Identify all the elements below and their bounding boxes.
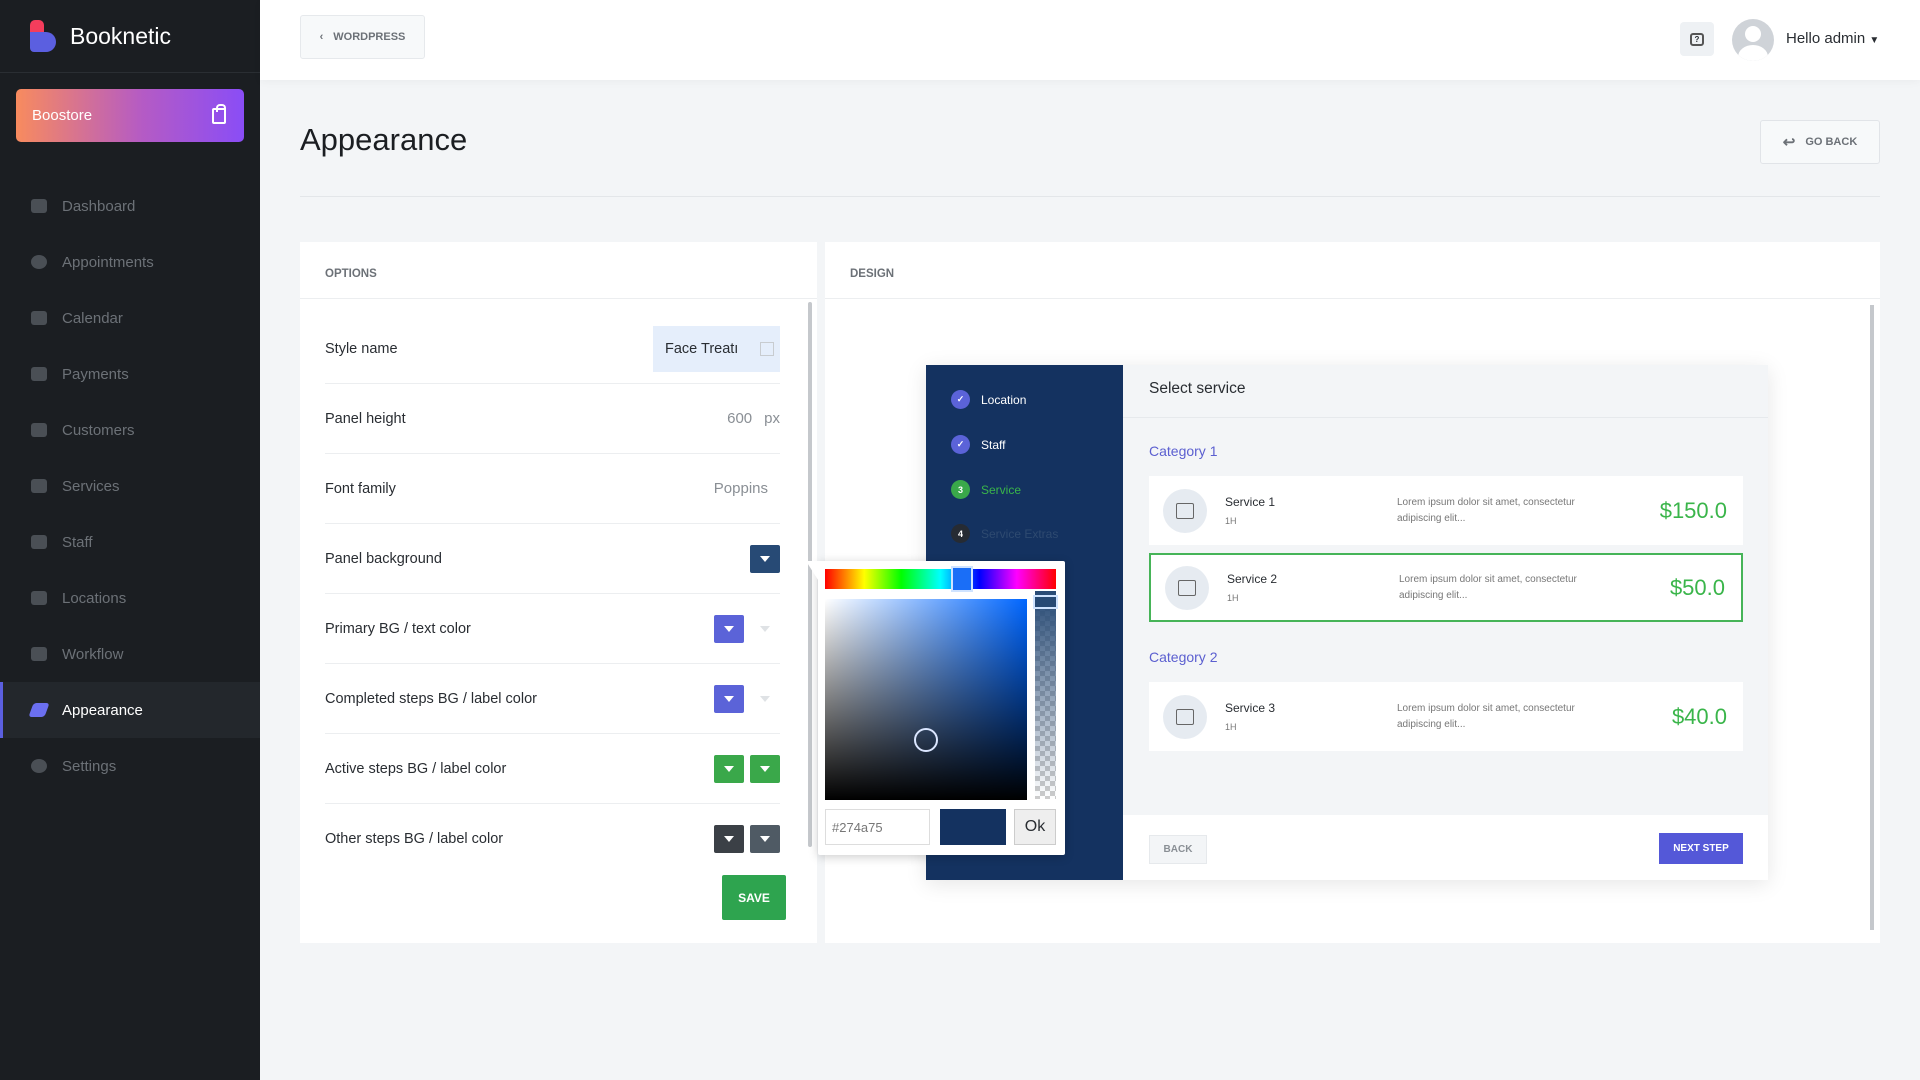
logo[interactable]: Booknetic bbox=[30, 20, 171, 52]
go-back-button[interactable]: ↩ GO BACK bbox=[1760, 120, 1880, 164]
panel-height-row: Panel height 600 px bbox=[325, 384, 780, 454]
sidebar: Booknetic Boostore Dashboard Appointment… bbox=[0, 0, 260, 1080]
other-label-color-picker[interactable] bbox=[750, 825, 780, 853]
color-preview bbox=[940, 809, 1006, 845]
active-bg-color-picker[interactable] bbox=[714, 754, 744, 783]
user-icon bbox=[31, 535, 47, 549]
options-title: OPTIONS bbox=[300, 242, 817, 299]
design-scrollbar[interactable] bbox=[1870, 305, 1874, 930]
completed-steps-row: Completed steps BG / label color bbox=[325, 664, 780, 734]
sidebar-item-staff[interactable]: Staff bbox=[0, 514, 260, 570]
list-icon bbox=[31, 479, 47, 493]
hue-slider[interactable] bbox=[825, 569, 1056, 589]
back-button[interactable]: BACK bbox=[1149, 835, 1207, 864]
sidebar-item-calendar[interactable]: Calendar bbox=[0, 290, 260, 346]
completed-bg-color-picker[interactable] bbox=[714, 684, 744, 713]
step-service-extras: 4 Service Extras bbox=[951, 524, 1058, 543]
divider bbox=[0, 72, 260, 73]
image-placeholder-icon bbox=[1165, 565, 1209, 610]
user-menu[interactable]: Hello admin ▼ bbox=[1786, 30, 1879, 47]
active-label-color-picker[interactable] bbox=[750, 754, 780, 783]
brush-icon bbox=[28, 703, 50, 717]
sidebar-item-locations[interactable]: Locations bbox=[0, 570, 260, 626]
users-icon bbox=[31, 423, 47, 437]
top-bar bbox=[260, 0, 1920, 80]
sidebar-item-services[interactable]: Services bbox=[0, 458, 260, 514]
panel-background-row: Panel background bbox=[325, 524, 780, 594]
shopping-bag-icon bbox=[212, 103, 226, 124]
save-button[interactable]: SAVE bbox=[722, 875, 786, 920]
step-location: ✓ Location bbox=[951, 390, 1026, 409]
step-staff: ✓ Staff bbox=[951, 435, 1005, 454]
other-steps-row: Other steps BG / label color bbox=[325, 804, 780, 874]
clock-icon bbox=[31, 255, 47, 269]
next-step-button[interactable]: NEXT STEP bbox=[1659, 833, 1743, 864]
step-service: 3 Service bbox=[951, 480, 1021, 499]
check-icon: ✓ bbox=[951, 435, 970, 454]
primary-text-color-picker[interactable] bbox=[750, 615, 780, 643]
location-arrow-icon bbox=[31, 591, 47, 605]
color-picker-popup: #274a75 Ok bbox=[806, 561, 1065, 855]
ok-button[interactable]: Ok bbox=[1014, 809, 1056, 845]
booknetic-logo-icon bbox=[30, 20, 56, 52]
style-name-input[interactable]: Face Treatı bbox=[653, 325, 780, 372]
saturation-handle[interactable] bbox=[914, 728, 938, 752]
hue-handle[interactable] bbox=[951, 566, 973, 592]
divider bbox=[300, 196, 1880, 197]
category-label: Category 2 bbox=[1149, 649, 1218, 665]
primary-bg-color-picker[interactable] bbox=[714, 614, 744, 643]
service-card[interactable]: Service 3 1H Lorem ipsum dolor sit amet, c… bbox=[1149, 682, 1743, 751]
image-placeholder-icon bbox=[1163, 488, 1207, 533]
edit-icon bbox=[760, 341, 774, 356]
sidebar-item-dashboard[interactable]: Dashboard bbox=[0, 178, 260, 234]
primary-color-row: Primary BG / text color bbox=[325, 594, 780, 664]
undo-arrow-icon: ↩ bbox=[1782, 134, 1796, 151]
chevron-left-icon: ‹ bbox=[319, 31, 324, 43]
service-selection: Select service Category 1 Service 1 1H Lor… bbox=[1123, 365, 1768, 880]
service-card-selected[interactable]: Service 2 1H Lorem ipsum dolor sit amet, c… bbox=[1149, 553, 1743, 622]
hex-input[interactable]: #274a75 bbox=[825, 809, 930, 845]
step-heading: Select service bbox=[1123, 365, 1768, 418]
avatar[interactable] bbox=[1732, 19, 1774, 61]
style-name-row: Style name Face Treatı bbox=[325, 314, 780, 384]
saturation-area[interactable] bbox=[825, 599, 1027, 800]
sidebar-menu: Dashboard Appointments Calendar Payments… bbox=[0, 178, 260, 794]
options-panel: OPTIONS Style name Face Treatı Panel heig… bbox=[300, 242, 817, 943]
alpha-handle[interactable] bbox=[1033, 595, 1058, 609]
boostore-button[interactable]: Boostore bbox=[16, 89, 244, 142]
image-placeholder-icon bbox=[1163, 694, 1207, 739]
sidebar-item-customers[interactable]: Customers bbox=[0, 402, 260, 458]
help-button[interactable]: ? bbox=[1680, 22, 1714, 56]
calendar-icon bbox=[31, 311, 47, 325]
completed-label-color-picker[interactable] bbox=[750, 685, 780, 713]
check-icon: ✓ bbox=[951, 390, 970, 409]
chevron-down-icon: ▼ bbox=[1869, 35, 1880, 46]
alpha-slider[interactable] bbox=[1035, 591, 1056, 799]
sidebar-item-payments[interactable]: Payments bbox=[0, 346, 260, 402]
panel-height-input[interactable]: 600 bbox=[727, 410, 752, 427]
service-card[interactable]: Service 1 1H Lorem ipsum dolor sit amet, c… bbox=[1149, 476, 1743, 545]
question-icon: ? bbox=[1690, 32, 1704, 46]
category-label: Category 1 bbox=[1149, 443, 1218, 459]
design-title: DESIGN bbox=[825, 242, 1880, 299]
font-family-row: Font family Poppins bbox=[325, 454, 780, 524]
active-steps-row: Active steps BG / label color bbox=[325, 734, 780, 804]
sidebar-item-workflow[interactable]: Workflow bbox=[0, 626, 260, 682]
panel-bg-color-picker[interactable] bbox=[750, 544, 780, 573]
sidebar-item-settings[interactable]: Settings bbox=[0, 738, 260, 794]
wallet-icon bbox=[31, 367, 47, 381]
sidebar-item-appearance[interactable]: Appearance bbox=[0, 682, 260, 738]
gear-icon bbox=[31, 759, 47, 773]
page-title: Appearance bbox=[300, 122, 468, 157]
dashboard-icon bbox=[31, 199, 47, 213]
workflow-icon bbox=[31, 647, 47, 661]
wordpress-back-button[interactable]: ‹ WORDPRESS bbox=[300, 15, 425, 59]
font-family-select[interactable]: Poppins bbox=[714, 480, 768, 497]
widget-footer: BACK NEXT STEP bbox=[1123, 815, 1768, 880]
sidebar-item-appointments[interactable]: Appointments bbox=[0, 234, 260, 290]
other-bg-color-picker[interactable] bbox=[714, 825, 744, 853]
